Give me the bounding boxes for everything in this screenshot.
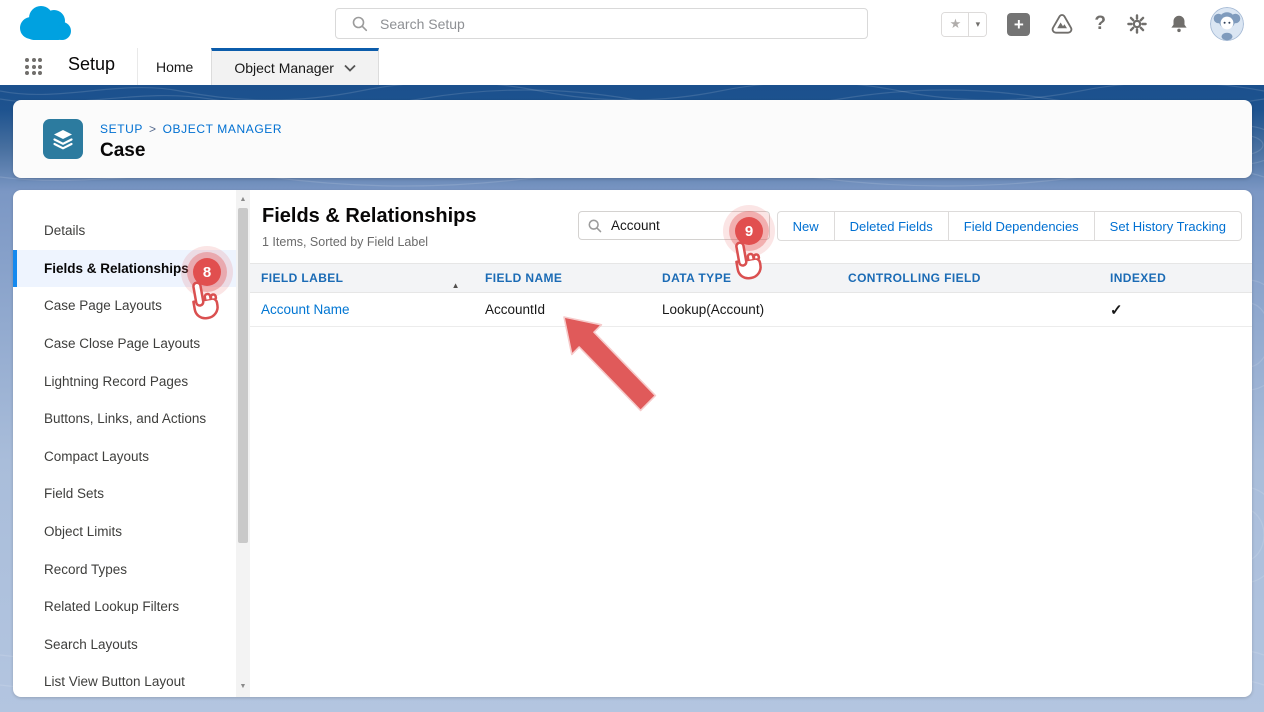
sidebar-item-record-types[interactable]: Record Types (13, 550, 236, 588)
column-header-field-name[interactable]: FIELD NAME (474, 271, 651, 285)
column-header-field-label-text: FIELD LABEL (261, 271, 343, 285)
section-title: Fields & Relationships (262, 205, 476, 228)
quick-find-search-icon (588, 219, 602, 238)
sidebar-scrollbar[interactable]: ▲ ▼ (236, 190, 250, 697)
sidebar-item-search-layouts[interactable]: Search Layouts (13, 626, 236, 664)
app-name: Setup (68, 54, 115, 75)
sidebar-item-case-close-page-layouts[interactable]: Case Close Page Layouts (13, 325, 236, 363)
new-button[interactable]: New (777, 211, 835, 241)
scrollbar-thumb[interactable] (238, 208, 248, 543)
sidebar-item-object-limits[interactable]: Object Limits (13, 513, 236, 551)
quick-create-plus-icon[interactable]: + (1007, 13, 1030, 36)
salesforce-logo (15, 4, 73, 49)
column-header-indexed[interactable]: INDEXED (1099, 271, 1252, 285)
global-search-box (335, 8, 868, 39)
sidebar-item-related-lookup-filters[interactable]: Related Lookup Filters (13, 588, 236, 626)
favorites-star-icon[interactable]: ★ (942, 13, 968, 36)
table-row: Account Name AccountId Lookup(Account) ✓ (250, 293, 1252, 327)
breadcrumb: SETUP > OBJECT MANAGER (100, 122, 282, 136)
tab-home[interactable]: Home (137, 48, 211, 85)
indexed-checkmark: ✓ (1099, 301, 1252, 319)
breadcrumb-card: SETUP > OBJECT MANAGER Case (13, 100, 1252, 178)
sidebar-item-field-sets[interactable]: Field Sets (13, 475, 236, 513)
column-header-controlling-field[interactable]: CONTROLLING FIELD (837, 271, 1099, 285)
sidebar-item-lightning-record-pages[interactable]: Lightning Record Pages (13, 362, 236, 400)
help-icon[interactable]: ? (1094, 13, 1106, 35)
favorites-button-group: ★ ▾ (941, 12, 987, 37)
sidebar-item-buttons-links-actions[interactable]: Buttons, Links, and Actions (13, 400, 236, 438)
toolbar-button-group: New Deleted Fields Field Dependencies Se… (777, 211, 1242, 241)
data-type-cell: Lookup(Account) (651, 302, 837, 317)
scrollbar-down-icon[interactable]: ▼ (236, 679, 250, 693)
user-avatar[interactable] (1210, 7, 1244, 41)
section-subtitle: 1 Items, Sorted by Field Label (262, 235, 428, 249)
field-label-link[interactable]: Account Name (250, 302, 474, 317)
bell-icon[interactable] (1168, 13, 1190, 35)
sidebar-item-compact-layouts[interactable]: Compact Layouts (13, 438, 236, 476)
chevron-down-icon (344, 64, 356, 72)
breadcrumb-separator: > (149, 122, 157, 136)
column-header-field-label[interactable]: FIELD LABEL ▲ (250, 271, 474, 285)
app-launcher-icon[interactable] (25, 58, 43, 76)
sidebar-item-list-view-button-layout[interactable]: List View Button Layout (13, 663, 236, 697)
favorites-caret-icon[interactable]: ▾ (968, 13, 986, 36)
breadcrumb-setup-link[interactable]: SETUP (100, 122, 143, 136)
annotation-arrow-icon (542, 299, 660, 422)
gear-icon[interactable] (1126, 13, 1148, 35)
global-header: ★ ▾ + ? (0, 0, 1264, 48)
breadcrumb-object-manager-link[interactable]: OBJECT MANAGER (163, 122, 283, 136)
trailhead-icon[interactable] (1050, 12, 1074, 36)
object-layers-icon (43, 119, 83, 159)
setup-nav-bar: Setup Home Object Manager (0, 48, 1264, 85)
tab-object-manager-label: Object Manager (234, 60, 334, 76)
set-history-tracking-button[interactable]: Set History Tracking (1094, 211, 1242, 241)
tab-object-manager[interactable]: Object Manager (211, 48, 379, 85)
search-setup-input[interactable] (380, 9, 860, 38)
page-title: Case (100, 140, 145, 162)
sort-ascending-icon: ▲ (452, 281, 460, 290)
deleted-fields-button[interactable]: Deleted Fields (834, 211, 949, 241)
sidebar-item-details[interactable]: Details (13, 212, 236, 250)
scrollbar-up-icon[interactable]: ▲ (236, 192, 250, 206)
search-icon (352, 16, 368, 37)
field-dependencies-button[interactable]: Field Dependencies (948, 211, 1095, 241)
